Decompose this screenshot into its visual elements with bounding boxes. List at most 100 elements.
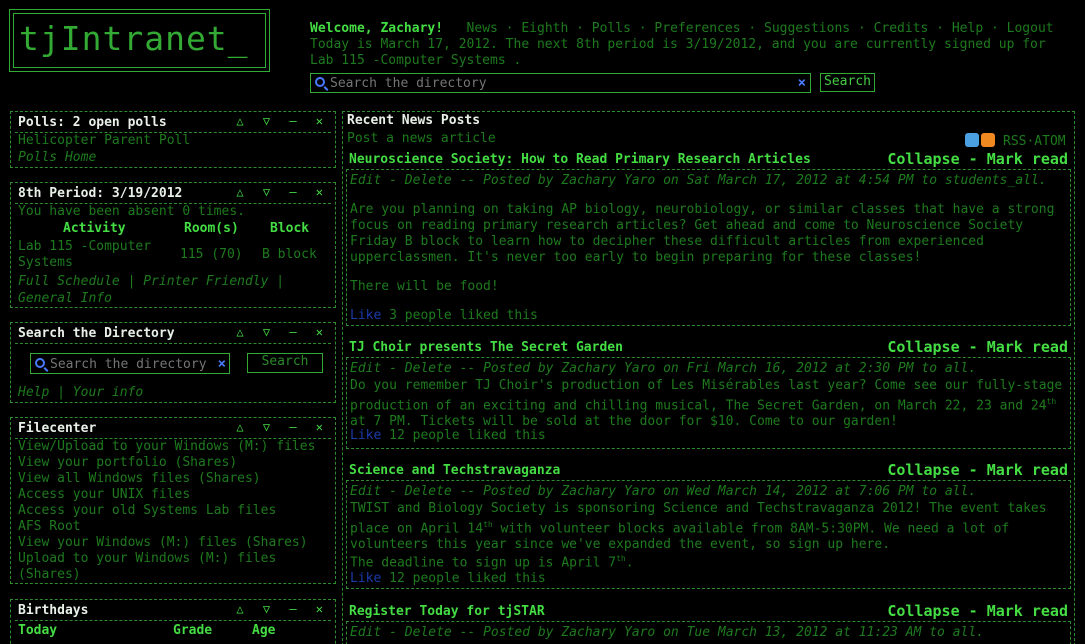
post-text: . [625, 555, 634, 571]
eighth-period-box: 8th Period: 3/19/2012 △ ▽ – ✕ You have b… [10, 182, 336, 308]
like-button[interactable]: Like [350, 428, 381, 443]
collapse-button[interactable]: Collapse [887, 461, 959, 479]
post-title[interactable]: Neuroscience Society: How to Read Primar… [349, 152, 811, 167]
collapse-button[interactable]: Collapse [887, 602, 959, 620]
delete-link[interactable]: Delete [405, 625, 452, 640]
filecenter-item[interactable]: AFS Root [18, 519, 328, 535]
post-paragraph: Are you planning on taking AP biology, n… [350, 202, 1055, 265]
filecenter-item[interactable]: View all Windows files (Shares) [18, 471, 328, 487]
site-logo[interactable]: tjIntranet_ [9, 9, 270, 72]
edit-link[interactable]: Edit [350, 625, 381, 640]
col-activity: Activity [63, 221, 126, 236]
post-byline: -- Posted by Zachary Yaro on Sat March 1… [459, 173, 1047, 188]
link-separator: | [57, 385, 73, 400]
post-meta: Edit - Delete -- Posted by Zachary Yaro … [350, 361, 977, 376]
full-schedule-link[interactable]: Full Schedule [18, 274, 120, 289]
nav-help[interactable]: Help [952, 21, 983, 36]
post-article-link[interactable]: Post a news article [347, 131, 496, 146]
box-controls[interactable]: △ ▽ – ✕ [236, 325, 329, 339]
post-body: Edit - Delete -- Posted by Zachary Yaro … [346, 169, 1071, 326]
poll-link[interactable]: Helicopter Parent Poll [18, 133, 190, 148]
post-meta: Edit - Delete -- Posted by Zachary Yaro … [350, 173, 1047, 188]
filecenter-item[interactable]: View/Upload to your Windows (M:) files [18, 439, 328, 455]
nav-separator: · [748, 21, 757, 36]
eighth-title: 8th Period: 3/19/2012 [18, 186, 183, 201]
top-search-button[interactable]: Search [820, 73, 875, 92]
post-text: The deadline to sign up is April 7 [350, 555, 617, 571]
activity-cell[interactable]: Lab 115 -Computer Systems [18, 239, 168, 271]
box-controls[interactable]: △ ▽ – ✕ [236, 185, 329, 199]
divider [15, 620, 331, 621]
nav-eighth[interactable]: Eighth [521, 21, 568, 36]
post-actions: Collapse - Mark read [887, 461, 1068, 479]
polls-title: Polls: 2 open polls [18, 115, 167, 130]
directory-search-button[interactable]: Search [247, 353, 323, 373]
your-info-link[interactable]: Your info [73, 385, 143, 400]
filecenter-item[interactable]: Access your UNIX files [18, 487, 328, 503]
post-body: Edit - Delete -- Posted by Zachary Yaro … [346, 357, 1071, 449]
mark-read-button[interactable]: Mark read [987, 461, 1068, 479]
nav-logout[interactable]: Logout [1007, 21, 1054, 36]
divider [15, 343, 331, 344]
mark-read-button[interactable]: Mark read [987, 338, 1068, 356]
feed-links[interactable]: RSS·ATOM [1003, 134, 1066, 149]
nav-credits[interactable]: Credits [874, 21, 929, 36]
post-title[interactable]: Register Today for tjSTAR [349, 604, 545, 619]
nav-separator: · [505, 21, 514, 36]
filecenter-item[interactable]: Access your old Systems Lab files [18, 503, 328, 519]
polls-home-link[interactable]: Polls Home [18, 150, 96, 165]
help-link[interactable]: Help [18, 385, 49, 400]
post-text-sup: th [1046, 397, 1057, 406]
nav-polls[interactable]: Polls [592, 21, 631, 36]
directory-search-input[interactable] [50, 356, 210, 372]
like-button[interactable]: Like [350, 308, 381, 323]
box-controls[interactable]: △ ▽ – ✕ [236, 420, 329, 434]
nav-news[interactable]: News [467, 21, 498, 36]
col-today: Today [18, 623, 58, 638]
polls-box: Polls: 2 open polls △ ▽ – ✕ Helicopter P… [10, 111, 336, 168]
edit-link[interactable]: Edit [350, 173, 381, 188]
likes-count: 12 people liked this [389, 571, 546, 586]
post-text-sup: th [616, 554, 626, 563]
edit-link[interactable]: Edit [350, 484, 381, 499]
logo-text: tjIntranet_ [19, 19, 249, 58]
post-body: Edit - Delete -- Posted by Zachary Yaro … [346, 621, 1071, 644]
post-byline: -- Posted by Zachary Yaro on Fri March 1… [459, 361, 977, 376]
nav-separator: · [936, 21, 945, 36]
search-icon [315, 77, 325, 87]
filecenter-item[interactable]: View your portfolio (Shares) [18, 455, 328, 471]
mark-read-button[interactable]: Mark read [987, 150, 1068, 168]
likes-count: 12 people liked this [389, 428, 546, 443]
post-meta: Edit - Delete -- Posted by Zachary Yaro … [350, 484, 977, 499]
post-body: Edit - Delete -- Posted by Zachary Yaro … [346, 480, 1071, 589]
mark-read-button[interactable]: Mark read [987, 602, 1068, 620]
rss-icon[interactable] [981, 133, 995, 147]
likes-row: Like 12 people liked this [350, 428, 546, 443]
post-paragraph: The deadline to sign up is April 7th. [350, 551, 1072, 571]
post-actions: Collapse - Mark read [887, 338, 1068, 356]
like-button[interactable]: Like [350, 571, 381, 586]
general-info-link[interactable]: General Info [18, 291, 112, 306]
nav-preferences[interactable]: Preferences [654, 21, 740, 36]
top-search-input[interactable] [330, 75, 790, 91]
birthdays-box: Birthdays △ ▽ – ✕ Today Grade Age [10, 599, 336, 644]
box-controls[interactable]: △ ▽ – ✕ [236, 114, 329, 128]
clear-search-icon[interactable]: × [798, 76, 806, 90]
filecenter-item[interactable]: View your Windows (M:) files (Shares) [18, 535, 328, 551]
collapse-button[interactable]: Collapse [887, 338, 959, 356]
box-controls[interactable]: △ ▽ – ✕ [236, 602, 329, 616]
post-title[interactable]: TJ Choir presents The Secret Garden [349, 340, 623, 355]
post-actions: Collapse - Mark read [887, 150, 1068, 168]
delete-link[interactable]: Delete [405, 361, 452, 376]
delete-link[interactable]: Delete [405, 484, 452, 499]
edit-link[interactable]: Edit [350, 361, 381, 376]
printer-friendly-link[interactable]: Printer Friendly [143, 274, 268, 289]
post-title[interactable]: Science and Techstravaganza [349, 463, 560, 478]
nav-separator: · [991, 21, 999, 36]
nav-suggestions[interactable]: Suggestions [764, 21, 850, 36]
twitter-icon[interactable] [965, 133, 979, 147]
collapse-button[interactable]: Collapse [887, 150, 959, 168]
clear-search-icon[interactable]: × [218, 357, 226, 371]
filecenter-item[interactable]: Upload to your Windows (M:) files (Share… [18, 551, 328, 583]
delete-link[interactable]: Delete [405, 173, 452, 188]
